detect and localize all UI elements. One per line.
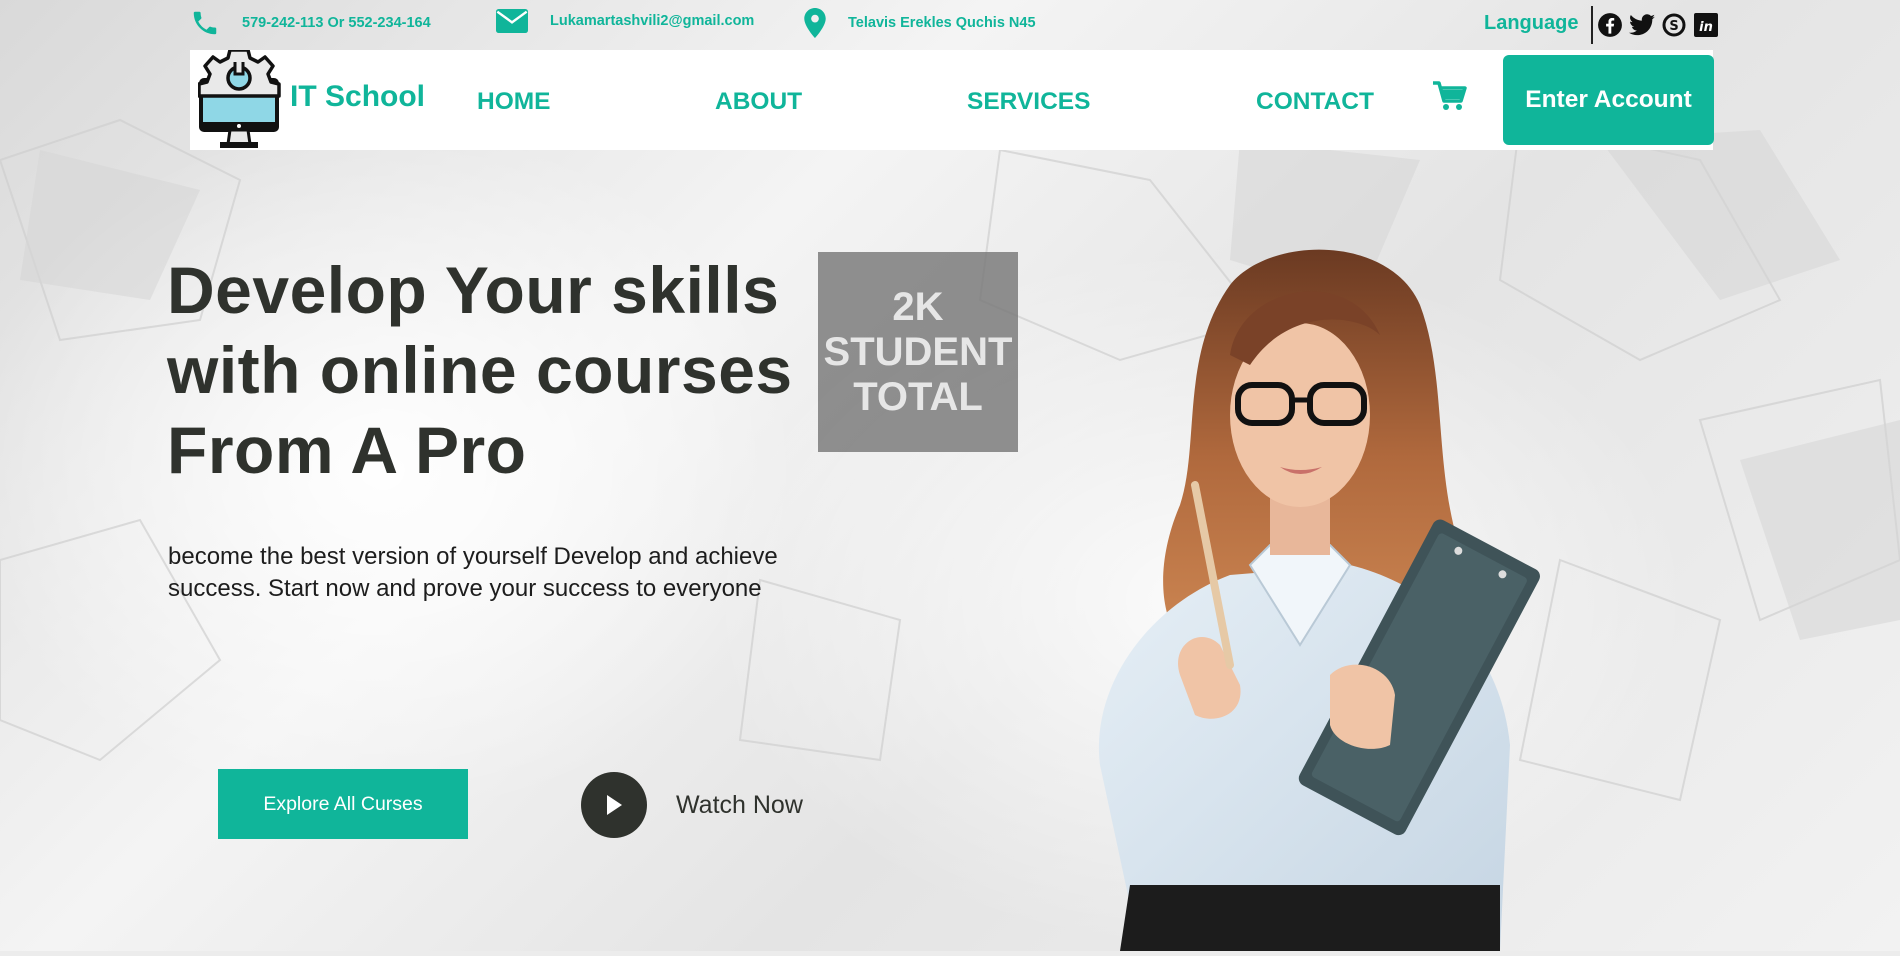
linkedin-icon[interactable]: in — [1693, 12, 1719, 38]
cart-icon[interactable] — [1433, 80, 1467, 117]
nav-contact[interactable]: CONTACT — [1256, 88, 1374, 116]
phone-text: 579-242-113 Or 552-234-164 — [242, 15, 431, 31]
language-selector[interactable]: Language — [1484, 12, 1578, 35]
hero-image — [1030, 245, 1590, 951]
top-info-bar: 579-242-113 Or 552-234-164 Lukamartashvi… — [0, 0, 1900, 50]
explore-courses-button[interactable]: Explore All Curses — [218, 769, 468, 839]
svg-text:in: in — [1699, 20, 1713, 35]
envelope-icon — [496, 9, 528, 33]
address-text: Telavis Erekles Quchis N45 — [848, 15, 1036, 31]
social-links: S in — [1597, 12, 1719, 38]
brand-name[interactable]: IT School — [290, 80, 425, 114]
svg-text:S: S — [1669, 19, 1678, 34]
hero-title-line: with online courses — [167, 333, 793, 407]
hero-title-line: From A Pro — [167, 413, 527, 487]
email-contact[interactable]: Lukamartashvili2@gmail.com — [496, 8, 754, 34]
hero-title: Develop Your skills with online courses … — [167, 250, 827, 490]
facebook-icon[interactable] — [1597, 12, 1623, 38]
stat-label: STUDENT — [823, 329, 1013, 374]
watch-now-label[interactable]: Watch Now — [676, 791, 803, 820]
stat-label: TOTAL — [853, 374, 983, 419]
hero-subtitle: become the best version of yourself Deve… — [168, 543, 778, 602]
map-pin-icon — [804, 8, 826, 38]
divider — [1591, 6, 1593, 44]
stat-value: 2K — [892, 284, 944, 329]
hero-title-line: Develop Your skills — [167, 253, 780, 327]
nav-about[interactable]: ABOUT — [715, 88, 802, 116]
student-total-badge: 2K STUDENT TOTAL — [818, 252, 1018, 452]
address-contact[interactable]: Telavis Erekles Quchis N45 — [804, 8, 1036, 38]
email-text: Lukamartashvili2@gmail.com — [550, 13, 755, 29]
enter-account-button[interactable]: Enter Account — [1503, 55, 1714, 145]
main-navbar: IT School HOME ABOUT SERVICES CONTACT En… — [190, 48, 1714, 150]
skype-icon[interactable]: S — [1661, 12, 1687, 38]
phone-contact[interactable]: 579-242-113 Or 552-234-164 — [190, 8, 431, 38]
monitor-gear-icon[interactable] — [197, 48, 282, 155]
watch-now-button[interactable] — [581, 772, 647, 838]
nav-services[interactable]: SERVICES — [967, 88, 1090, 116]
play-icon — [607, 795, 622, 815]
phone-icon — [193, 11, 217, 35]
twitter-icon[interactable] — [1629, 12, 1655, 38]
nav-home[interactable]: HOME — [477, 88, 551, 116]
